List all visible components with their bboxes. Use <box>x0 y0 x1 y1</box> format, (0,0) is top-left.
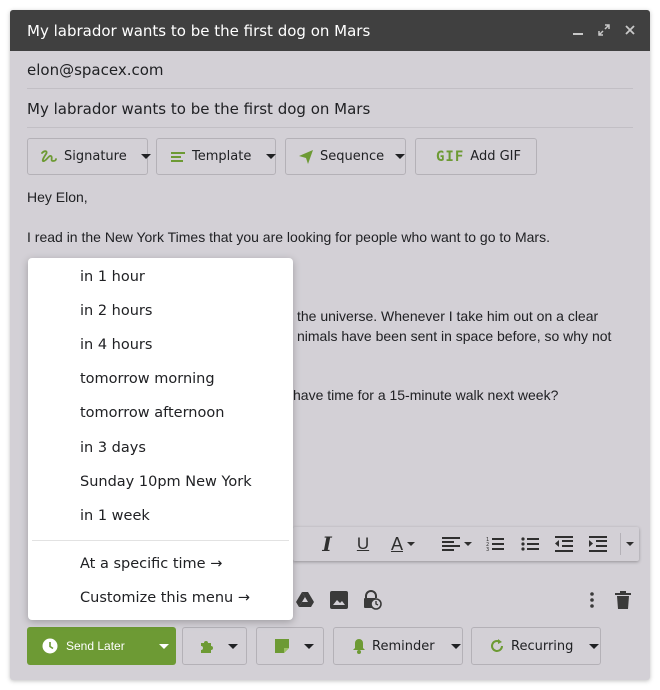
chevron-down-icon <box>140 154 151 159</box>
more-formatting-icon[interactable] <box>623 527 637 561</box>
indent-less-icon[interactable] <box>552 527 576 561</box>
expand-icon[interactable] <box>597 22 610 38</box>
send-later-menu: in 1 hour in 2 hours in 4 hours tomorrow… <box>28 258 293 620</box>
to-field[interactable]: elon@spacex.com <box>27 61 633 79</box>
menu-item-in-1-week[interactable]: in 1 week <box>80 508 150 524</box>
numbered-list-icon[interactable]: 123 <box>483 527 507 561</box>
clock-icon <box>42 638 58 654</box>
menu-item-in-4-hours[interactable]: in 4 hours <box>80 337 152 353</box>
minimize-icon[interactable] <box>571 22 584 38</box>
signature-icon <box>40 149 58 165</box>
indent-more-icon[interactable] <box>586 527 610 561</box>
sequence-button[interactable]: Sequence <box>285 138 406 175</box>
subject-field[interactable]: My labrador wants to be the first dog on… <box>27 100 633 118</box>
google-drive-icon[interactable] <box>295 590 315 610</box>
signature-button[interactable]: Signature <box>27 138 151 175</box>
divider <box>620 533 621 555</box>
gif-icon: GIF <box>436 148 465 165</box>
menu-item-tomorrow-afternoon[interactable]: tomorrow afternoon <box>80 405 224 421</box>
signature-label: Signature <box>64 149 127 164</box>
svg-text:3: 3 <box>486 547 489 552</box>
reminder-label: Reminder <box>372 638 435 654</box>
chevron-down-icon <box>589 643 600 649</box>
chevron-down-icon <box>266 154 277 159</box>
title-bar: My labrador wants to be the first dog on… <box>10 10 650 51</box>
more-options-icon[interactable] <box>582 590 602 610</box>
template-button[interactable]: Template <box>156 138 277 175</box>
menu-item-in-1-hour[interactable]: in 1 hour <box>80 269 145 285</box>
italic-icon[interactable]: I <box>315 527 339 561</box>
text-color-icon[interactable]: A <box>385 527 421 561</box>
email-body-line[interactable]: I read in the New York Times that you ar… <box>27 229 550 245</box>
puzzle-icon <box>199 638 215 654</box>
chevron-down-icon <box>228 643 238 649</box>
bell-icon <box>352 638 366 654</box>
template-label: Template <box>192 149 252 164</box>
divider <box>27 127 633 128</box>
recurring-button[interactable]: Recurring <box>471 627 601 665</box>
menu-item-tomorrow-morning[interactable]: tomorrow morning <box>80 371 215 387</box>
menu-item-sunday-10pm[interactable]: Sunday 10pm New York <box>80 474 252 490</box>
insert-photo-icon[interactable] <box>329 590 349 610</box>
recurring-label: Recurring <box>511 638 574 654</box>
chevron-down-icon[interactable] <box>158 643 169 649</box>
add-gif-label: Add GIF <box>470 149 521 164</box>
send-later-button[interactable]: Send Later <box>27 627 176 665</box>
email-body-line[interactable]: have time for a 15-minute walk next week… <box>293 387 558 403</box>
template-icon <box>170 150 186 164</box>
email-body-line[interactable]: nimals have been sent in space before, s… <box>297 328 611 344</box>
email-greeting[interactable]: Hey Elon, <box>27 189 88 205</box>
confidential-mode-icon[interactable] <box>362 590 382 610</box>
extensions-button[interactable] <box>182 627 247 665</box>
close-icon[interactable] <box>623 22 636 38</box>
email-body-line[interactable]: the universe. Whenever I take him out on… <box>297 308 598 324</box>
menu-item-customize[interactable]: Customize this menu → <box>80 590 250 606</box>
send-plane-icon <box>298 149 314 165</box>
divider <box>27 88 633 89</box>
chevron-down-icon <box>304 643 314 649</box>
add-gif-button[interactable]: GIF Add GIF <box>415 138 537 175</box>
underline-icon[interactable]: U <box>351 527 375 561</box>
window-controls <box>571 22 636 38</box>
chevron-down-icon <box>450 643 461 649</box>
sticky-note-icon <box>274 638 290 654</box>
formatting-toolbar: I U A 123 <box>293 527 639 561</box>
trash-icon[interactable] <box>613 590 633 610</box>
menu-item-in-3-days[interactable]: in 3 days <box>80 440 146 456</box>
notes-button[interactable] <box>256 627 324 665</box>
chevron-down-icon <box>395 154 406 159</box>
reminder-button[interactable]: Reminder <box>333 627 463 665</box>
menu-item-in-2-hours[interactable]: in 2 hours <box>80 303 152 319</box>
align-icon[interactable] <box>439 527 475 561</box>
menu-item-specific-time[interactable]: At a specific time → <box>80 556 222 572</box>
sequence-label: Sequence <box>320 149 385 164</box>
window-title: My labrador wants to be the first dog on… <box>27 21 371 40</box>
recurring-icon <box>489 638 505 654</box>
bulleted-list-icon[interactable] <box>518 527 542 561</box>
menu-divider <box>32 540 289 541</box>
send-later-label: Send Later <box>66 639 125 653</box>
